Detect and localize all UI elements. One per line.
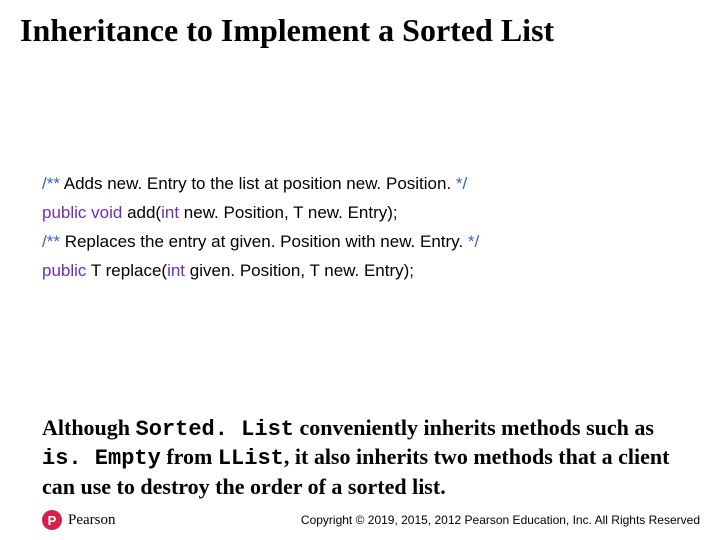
logo-text: Pearson xyxy=(68,512,116,529)
slide: Inheritance to Implement a Sorted List /… xyxy=(0,0,720,540)
kw-int: int xyxy=(167,261,185,280)
kw-int: int xyxy=(161,203,179,222)
javadoc-text: Replaces the entry at given. Position wi… xyxy=(60,232,468,251)
javadoc-close: */ xyxy=(468,232,479,251)
body-code-llist: LList xyxy=(218,446,284,471)
body-t3: from xyxy=(161,444,218,469)
code-line-4: public T replace(int given. Position, T … xyxy=(42,257,680,286)
publisher-logo: P Pearson xyxy=(42,510,116,530)
code-line-3: /** Replaces the entry at given. Positio… xyxy=(42,228,680,257)
footer: P Pearson Copyright © 2019, 2015, 2012 P… xyxy=(42,510,700,530)
kw-public: public xyxy=(42,203,86,222)
code-block: /** Adds new. Entry to the list at posit… xyxy=(42,170,680,286)
kw-public: public xyxy=(42,261,86,280)
method-return: T replace( xyxy=(86,261,167,280)
code-line-1: /** Adds new. Entry to the list at posit… xyxy=(42,170,680,199)
code-line-2: public void add(int new. Position, T new… xyxy=(42,199,680,228)
body-code-sortedlist: Sorted. List xyxy=(136,417,294,442)
method-name: add( xyxy=(122,203,161,222)
method-params: given. Position, T new. Entry); xyxy=(185,261,414,280)
body-paragraph: Although Sorted. List conveniently inher… xyxy=(42,414,684,500)
copyright-text: Copyright © 2019, 2015, 2012 Pearson Edu… xyxy=(136,513,701,527)
method-params: new. Position, T new. Entry); xyxy=(179,203,398,222)
kw-void: void xyxy=(91,203,122,222)
body-t2: conveniently inherits methods such as xyxy=(294,415,654,440)
javadoc-open: /** xyxy=(42,232,60,251)
javadoc-open: /** xyxy=(42,174,60,193)
logo-icon: P xyxy=(42,510,62,530)
body-code-isempty: is. Empty xyxy=(42,446,161,471)
body-t1: Although xyxy=(42,415,136,440)
javadoc-close: */ xyxy=(456,174,467,193)
javadoc-text: Adds new. Entry to the list at position … xyxy=(60,174,456,193)
slide-title: Inheritance to Implement a Sorted List xyxy=(20,12,700,49)
